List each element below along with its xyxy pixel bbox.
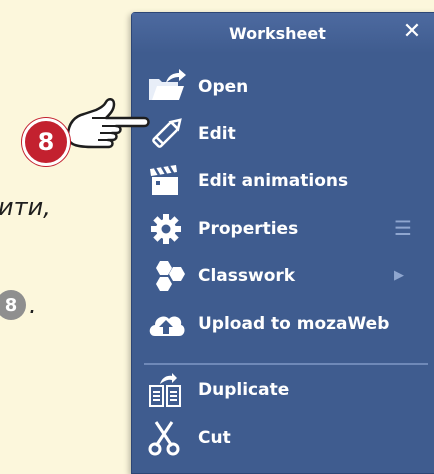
submenu-arrow-icon: ▶ <box>394 268 404 283</box>
background-step-circle: 8 <box>0 290 26 320</box>
clapperboard-icon <box>150 165 178 195</box>
cloud-upload-icon <box>149 316 185 336</box>
menu-item-label: Open <box>198 77 249 97</box>
menu-item-properties[interactable]: Properties ☰ <box>132 207 434 253</box>
scissors-icon <box>148 421 180 456</box>
background-text-period: . <box>29 291 37 319</box>
menu-item-upload-mozaweb[interactable]: Upload to mozaWeb <box>132 302 434 348</box>
menu-item-classwork[interactable]: Classwork ▶ <box>132 254 434 300</box>
menu-item-edit[interactable]: Edit <box>132 112 434 158</box>
drag-handle-icon[interactable]: ☰ <box>394 216 412 240</box>
menu-item-label: Cut <box>198 428 231 448</box>
menu-item-label: Duplicate <box>198 380 290 400</box>
close-icon[interactable]: ✕ <box>399 19 425 45</box>
duplicate-icon <box>149 373 181 407</box>
pencil-icon <box>152 118 182 148</box>
menu-divider <box>144 363 428 365</box>
menu-item-label: Properties <box>198 219 299 239</box>
step-number-badge: 8 <box>22 118 70 166</box>
pointing-hand-icon <box>66 98 150 149</box>
menu-item-edit-animations[interactable]: Edit animations <box>132 159 434 205</box>
menu-item-cut[interactable]: Cut <box>132 416 434 462</box>
background-text-line: ити, <box>0 193 51 221</box>
menu-item-label: Classwork <box>198 266 296 286</box>
menu-item-duplicate[interactable]: Duplicate <box>132 368 434 414</box>
gear-icon <box>151 214 181 244</box>
menu-item-label: Upload to mozaWeb <box>198 314 390 334</box>
menu-item-open[interactable]: Open <box>132 65 434 111</box>
menu-item-label: Edit <box>198 124 236 144</box>
folder-open-icon <box>149 69 186 100</box>
menu-title: Worksheet <box>229 24 326 43</box>
worksheet-context-menu: Worksheet ✕ Open Edit Edit animations Pr… <box>131 12 434 474</box>
menu-header: Worksheet ✕ <box>132 13 434 53</box>
menu-item-label: Edit animations <box>198 171 349 191</box>
hexagons-icon <box>156 261 185 291</box>
